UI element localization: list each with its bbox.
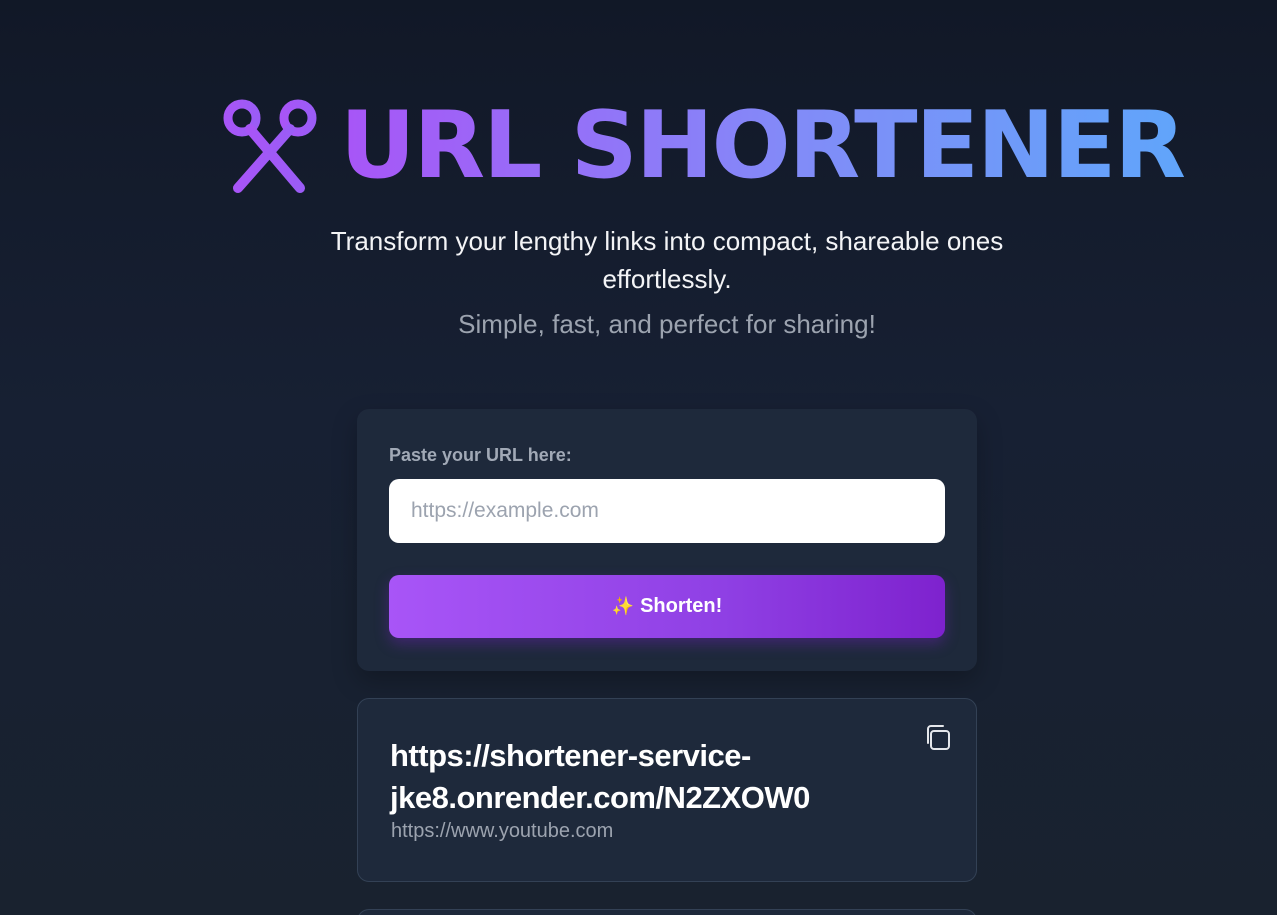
result-card: https://shortener-service-jke8.onrender.… — [357, 698, 977, 882]
original-url: https://www.youtube.com — [391, 820, 614, 842]
hero-section: URL SHORTENER Transform your lengthy lin… — [0, 0, 1277, 360]
url-input-label: Paste your URL here: — [389, 445, 572, 465]
result-card — [357, 909, 977, 915]
copy-button[interactable] — [920, 720, 956, 756]
scissors-icon — [223, 99, 317, 193]
sparkles-icon: ✨ — [611, 596, 635, 616]
title-row: URL SHORTENER — [222, 90, 1186, 200]
short-url-link[interactable]: https://shortener-service-jke8.onrender.… — [390, 735, 890, 819]
shorten-button[interactable]: ✨ Shorten! — [389, 575, 945, 638]
shorten-form-card: Paste your URL here: ✨ Shorten! — [357, 409, 977, 671]
tagline: Simple, fast, and perfect for sharing! — [458, 309, 876, 339]
copy-icon — [927, 725, 950, 750]
subtitle: Transform your lengthy links into compac… — [330, 226, 1004, 294]
page-title: URL SHORTENER — [340, 90, 1186, 199]
url-input[interactable] — [389, 479, 945, 543]
shorten-button-label: Shorten! — [640, 595, 723, 617]
